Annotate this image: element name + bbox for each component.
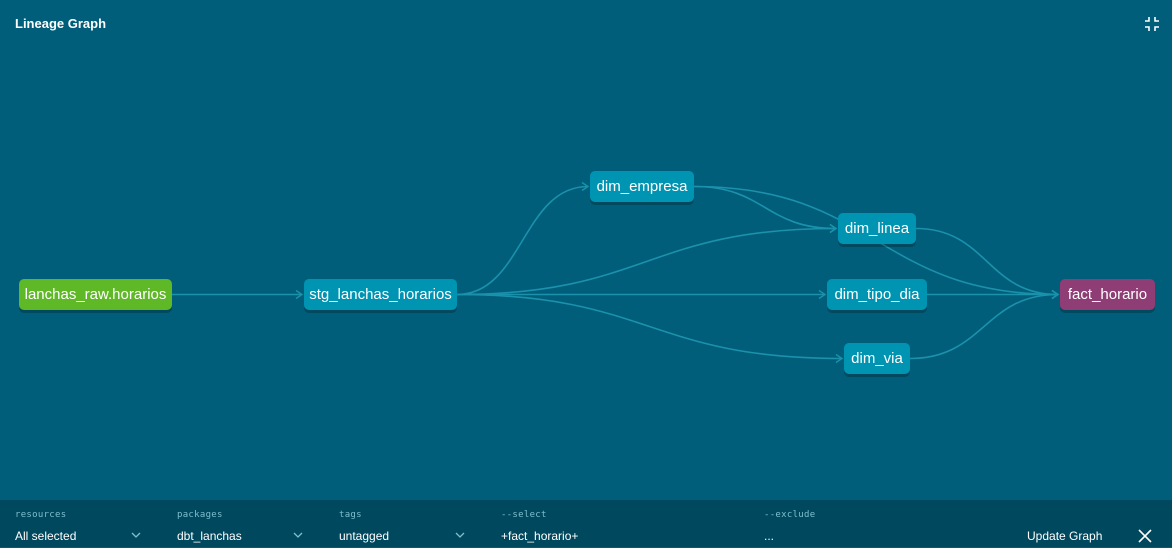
graph-node-stg[interactable]: stg_lanchas_horarios: [304, 279, 457, 310]
lineage-graph-edges: [172, 181, 1060, 364]
chevron-down-icon: [455, 532, 465, 538]
graph-node-lanchas-raw[interactable]: lanchas_raw.horarios: [19, 279, 172, 310]
graph-node-dim-linea[interactable]: dim_linea: [838, 213, 916, 244]
edge-dim-linea-to-fact-horario: [915, 227, 1059, 296]
exclude-value: ...: [764, 529, 775, 543]
edge-stg-to-dim-empresa: [456, 185, 589, 296]
select-value: +fact_horario+: [501, 529, 579, 543]
chevron-down-icon: [131, 532, 141, 538]
close-icon[interactable]: [1138, 529, 1152, 543]
resources-label: resources: [15, 510, 67, 520]
tags-value: untagged: [339, 529, 390, 543]
edge-stg-to-dim-linea: [456, 227, 837, 296]
exclude-label: --exclude: [764, 510, 816, 520]
tags-label: tags: [339, 510, 362, 520]
chevron-down-icon: [293, 532, 303, 538]
tags-filter[interactable]: tags untagged: [339, 500, 469, 547]
edge-stg-to-dim-via: [456, 293, 843, 360]
select-label: --select: [501, 510, 547, 520]
select-input[interactable]: --select +fact_horario+: [501, 500, 741, 547]
packages-label: packages: [177, 510, 223, 520]
graph-toolbar: resources All selected packages dbt_lanc…: [0, 500, 1172, 547]
exclude-input[interactable]: --exclude ...: [764, 500, 1004, 547]
graph-node-fact-horario[interactable]: fact_horario: [1060, 279, 1155, 310]
graph-node-dim-tipo-dia[interactable]: dim_tipo_dia: [827, 279, 927, 310]
graph-node-dim-empresa[interactable]: dim_empresa: [590, 171, 694, 202]
update-graph-button[interactable]: Update Graph: [1027, 529, 1102, 543]
edge-dim-via-to-fact-horario: [909, 293, 1059, 360]
packages-filter[interactable]: packages dbt_lanchas: [177, 500, 307, 547]
resources-filter[interactable]: resources All selected: [15, 500, 145, 547]
graph-node-dim-via[interactable]: dim_via: [844, 343, 910, 374]
resources-value: All selected: [15, 529, 77, 543]
packages-value: dbt_lanchas: [177, 529, 242, 543]
